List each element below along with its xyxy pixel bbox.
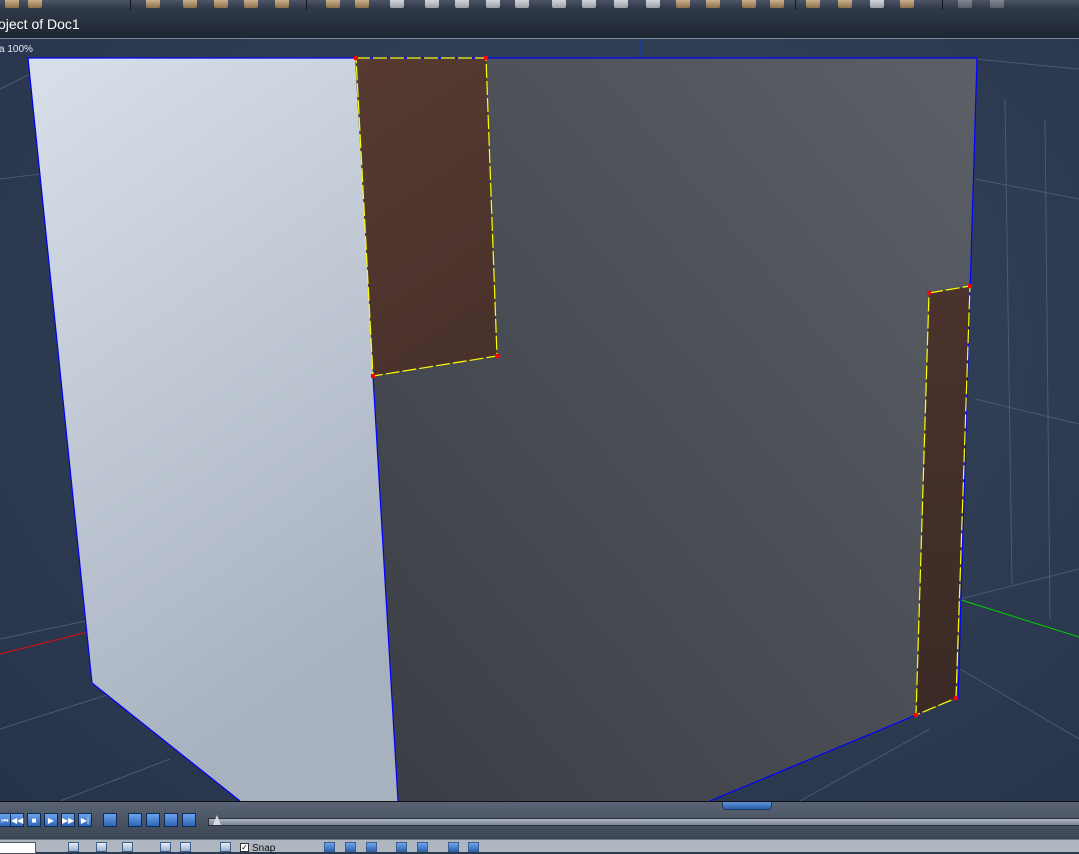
move-tool-icon[interactable]	[146, 0, 160, 8]
rotate-object-icon[interactable]	[214, 0, 228, 8]
magnet-tool-icon[interactable]	[486, 0, 500, 8]
grid-line	[974, 178, 1079, 200]
grid-line	[959, 668, 1079, 740]
vertex	[371, 374, 375, 378]
grid-line	[0, 173, 41, 180]
bridge-tool-icon[interactable]	[646, 0, 660, 8]
redo-tool-icon[interactable]	[958, 0, 972, 8]
camera-tool-icon[interactable]	[900, 0, 914, 8]
vertex	[354, 56, 358, 60]
face-tool-icon[interactable]	[676, 0, 690, 8]
undo-tool-icon[interactable]	[28, 0, 42, 8]
bevel-tool-icon[interactable]	[355, 0, 369, 8]
align-tool-icon[interactable]	[614, 0, 628, 8]
scale-tool-icon[interactable]	[183, 0, 197, 8]
extrude-tool-icon[interactable]	[326, 0, 340, 8]
light-tool-icon[interactable]	[582, 0, 596, 8]
stop-button[interactable]: ■	[27, 813, 41, 827]
x-axis-line	[0, 630, 93, 655]
next-key-icon[interactable]	[182, 813, 196, 827]
viewport-canvas[interactable]	[0, 39, 1079, 801]
render-tool-icon[interactable]	[870, 0, 884, 8]
flip-tool-icon[interactable]	[706, 0, 720, 8]
grid-line	[1044, 118, 1051, 620]
prev-key-icon[interactable]	[128, 813, 142, 827]
panel-resize-handle[interactable]	[722, 802, 772, 810]
hand-tool-icon[interactable]	[838, 0, 852, 8]
weld-tool-icon[interactable]	[552, 0, 566, 8]
cube-left-face	[28, 58, 398, 801]
arrow-tool-icon[interactable]	[770, 0, 784, 8]
play-button[interactable]: ▶	[44, 813, 58, 827]
go-end-button[interactable]: ▶|	[78, 813, 92, 827]
rotate-tool-icon[interactable]	[5, 0, 19, 8]
vertex	[495, 354, 499, 358]
window-title-bar: oject of Doc1	[0, 10, 1079, 39]
vertex	[484, 56, 488, 60]
sphere-tool-icon[interactable]	[742, 0, 756, 8]
delete-key-icon[interactable]	[164, 813, 178, 827]
key-icon[interactable]	[146, 813, 160, 827]
timeline-slider[interactable]	[208, 818, 1079, 826]
grid-line	[974, 58, 1079, 70]
cut-tool-icon[interactable]	[455, 0, 469, 8]
vertex	[914, 713, 918, 717]
timeline-bar: ⏮ ◀◀ ■ ▶ ▶▶ ▶|	[0, 801, 1079, 840]
window-title: oject of Doc1	[0, 16, 80, 32]
loop-icon[interactable]	[103, 813, 117, 827]
grid-line	[0, 618, 96, 640]
bottom-toolbar: ✓ Snap	[0, 839, 1079, 854]
knife-tool-icon[interactable]	[515, 0, 529, 8]
grid-line	[1004, 98, 1013, 585]
toolbar-separator	[795, 0, 796, 10]
vertex	[954, 696, 958, 700]
grid-line	[0, 693, 111, 730]
grid-line	[59, 758, 171, 801]
edge-tool-icon[interactable]	[425, 0, 439, 8]
vertex-tool-icon[interactable]	[390, 0, 404, 8]
zoom-label: a 100%	[0, 44, 33, 55]
vertex	[968, 284, 972, 288]
selected-face-top	[356, 58, 497, 376]
step-forward-button[interactable]: ▶▶	[61, 813, 75, 827]
grid-line	[959, 568, 1079, 600]
step-back-button[interactable]: ◀◀	[10, 813, 24, 827]
snap-label: Snap	[252, 843, 276, 854]
torus-tool-icon[interactable]	[244, 0, 258, 8]
grid-line	[974, 398, 1079, 425]
paint-tool-icon[interactable]	[806, 0, 820, 8]
forward-tool-icon[interactable]	[990, 0, 1004, 8]
vertex	[927, 291, 931, 295]
3d-viewport[interactable]: a 100%	[0, 39, 1079, 801]
plane-tool-icon[interactable]	[275, 0, 289, 8]
toolbar-separator	[130, 0, 131, 10]
toolbar-separator	[942, 0, 943, 10]
layer-dropdown[interactable]	[0, 842, 36, 854]
z-axis-line	[957, 598, 1079, 638]
toolbar-separator	[306, 0, 307, 10]
